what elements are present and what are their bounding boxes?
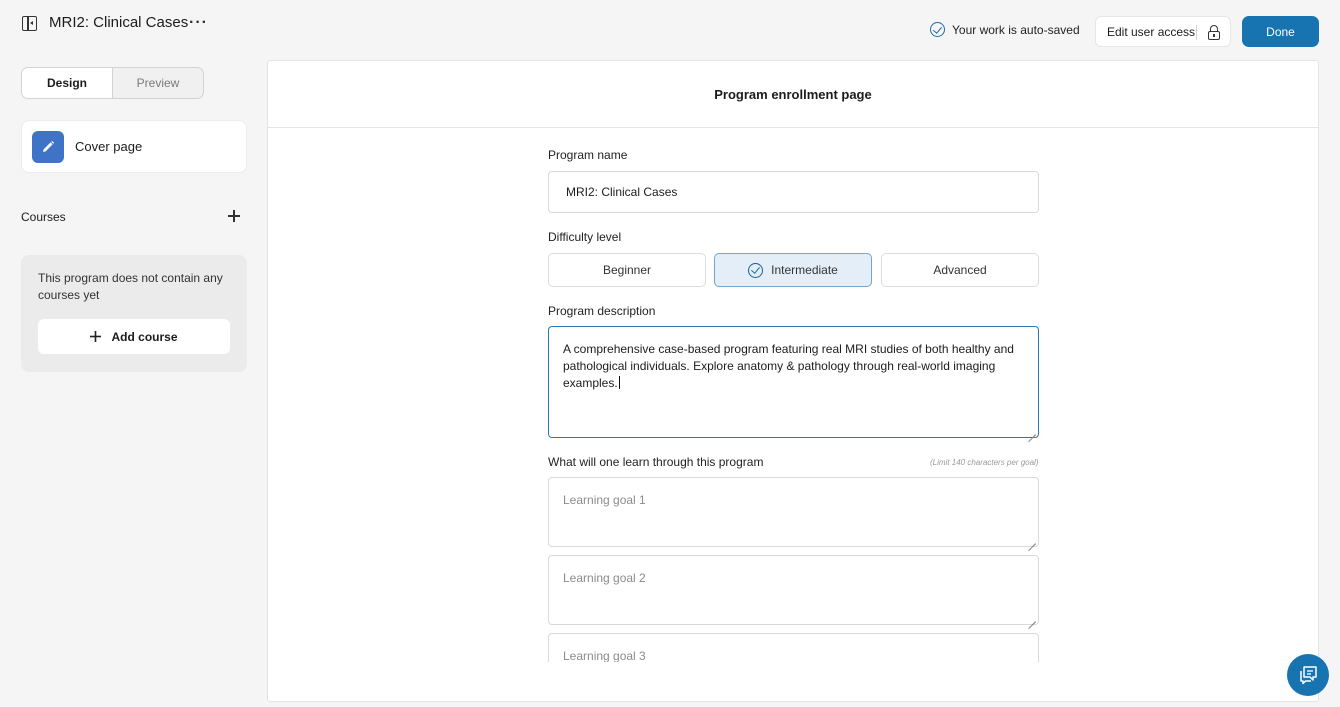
learning-goal-2-textarea[interactable]: Learning goal 2 <box>548 555 1039 625</box>
difficulty-label: Difficulty level <box>548 230 622 244</box>
courses-heading: Courses <box>21 210 66 224</box>
cover-page-item[interactable]: Cover page <box>21 120 247 173</box>
lock-icon <box>1208 25 1220 40</box>
autosave-status: Your work is auto-saved <box>930 22 1080 37</box>
tab-preview[interactable]: Preview <box>113 68 203 98</box>
learning-goal-1-textarea[interactable]: Learning goal 1 <box>548 477 1039 547</box>
resize-handle[interactable] <box>1028 536 1037 545</box>
difficulty-beginner-option[interactable]: Beginner <box>548 253 706 287</box>
add-course-plus-icon[interactable] <box>227 209 241 223</box>
learning-goal-3-textarea[interactable]: Learning goal 3 <box>548 633 1039 662</box>
design-preview-toggle: Design Preview <box>21 67 204 99</box>
description-text: A comprehensive case-based program featu… <box>563 342 1014 390</box>
resize-handle[interactable] <box>1028 427 1037 436</box>
check-circle-icon <box>748 262 764 278</box>
autosave-text: Your work is auto-saved <box>952 22 1080 37</box>
program-name-input[interactable]: MRI2: Clinical Cases <box>548 171 1039 213</box>
done-button[interactable]: Done <box>1242 16 1319 47</box>
program-description-textarea[interactable]: A comprehensive case-based program featu… <box>548 326 1039 438</box>
more-horizontal-icon[interactable]: ··· <box>189 15 208 31</box>
learning-goal-1-placeholder: Learning goal 1 <box>563 493 646 507</box>
difficulty-beginner-label: Beginner <box>602 263 652 277</box>
learning-goal-2-placeholder: Learning goal 2 <box>563 571 646 585</box>
difficulty-advanced-option[interactable]: Advanced <box>881 253 1039 287</box>
pencil-icon <box>32 130 64 163</box>
top-bar: MRI2: Clinical Cases ··· Your work is au… <box>0 0 1340 60</box>
description-label: Program description <box>548 304 656 318</box>
edit-user-access-label: Edit user access <box>1107 24 1196 39</box>
plus-icon <box>90 331 102 342</box>
edit-user-access-button[interactable]: Edit user access <box>1095 16 1231 47</box>
add-course-button[interactable]: Add course <box>38 319 230 354</box>
add-course-label: Add course <box>111 329 178 344</box>
courses-empty-state: This program does not contain any course… <box>21 255 247 372</box>
program-name-label: Program name <box>548 148 628 162</box>
chat-support-button[interactable] <box>1287 654 1329 696</box>
check-circle-icon <box>930 22 945 37</box>
enrollment-page-card: Program enrollment page Program name MRI… <box>267 60 1319 702</box>
button-divider <box>1196 25 1197 40</box>
resize-handle[interactable] <box>1028 614 1037 623</box>
chat-icon <box>1300 666 1317 685</box>
card-title: Program enrollment page <box>268 61 1318 128</box>
difficulty-intermediate-option[interactable]: Intermediate <box>714 253 872 287</box>
program-title: MRI2: Clinical Cases <box>49 14 189 31</box>
sidebar-toggle-icon[interactable] <box>22 16 37 31</box>
learning-goals-label: What will one learn through this program <box>548 455 764 469</box>
enrollment-form: Program name MRI2: Clinical Cases Diffic… <box>268 128 1318 662</box>
difficulty-advanced-label: Advanced <box>933 263 987 277</box>
learning-goal-3-placeholder: Learning goal 3 <box>563 649 646 662</box>
difficulty-intermediate-label: Intermediate <box>771 263 838 277</box>
tab-design[interactable]: Design <box>22 68 113 98</box>
learning-goals-limit-hint: (Limit 140 characters per goal) <box>930 458 1039 467</box>
text-caret <box>618 376 620 389</box>
cover-page-label: Cover page <box>75 139 143 154</box>
empty-courses-message: This program does not contain any course… <box>38 271 223 302</box>
